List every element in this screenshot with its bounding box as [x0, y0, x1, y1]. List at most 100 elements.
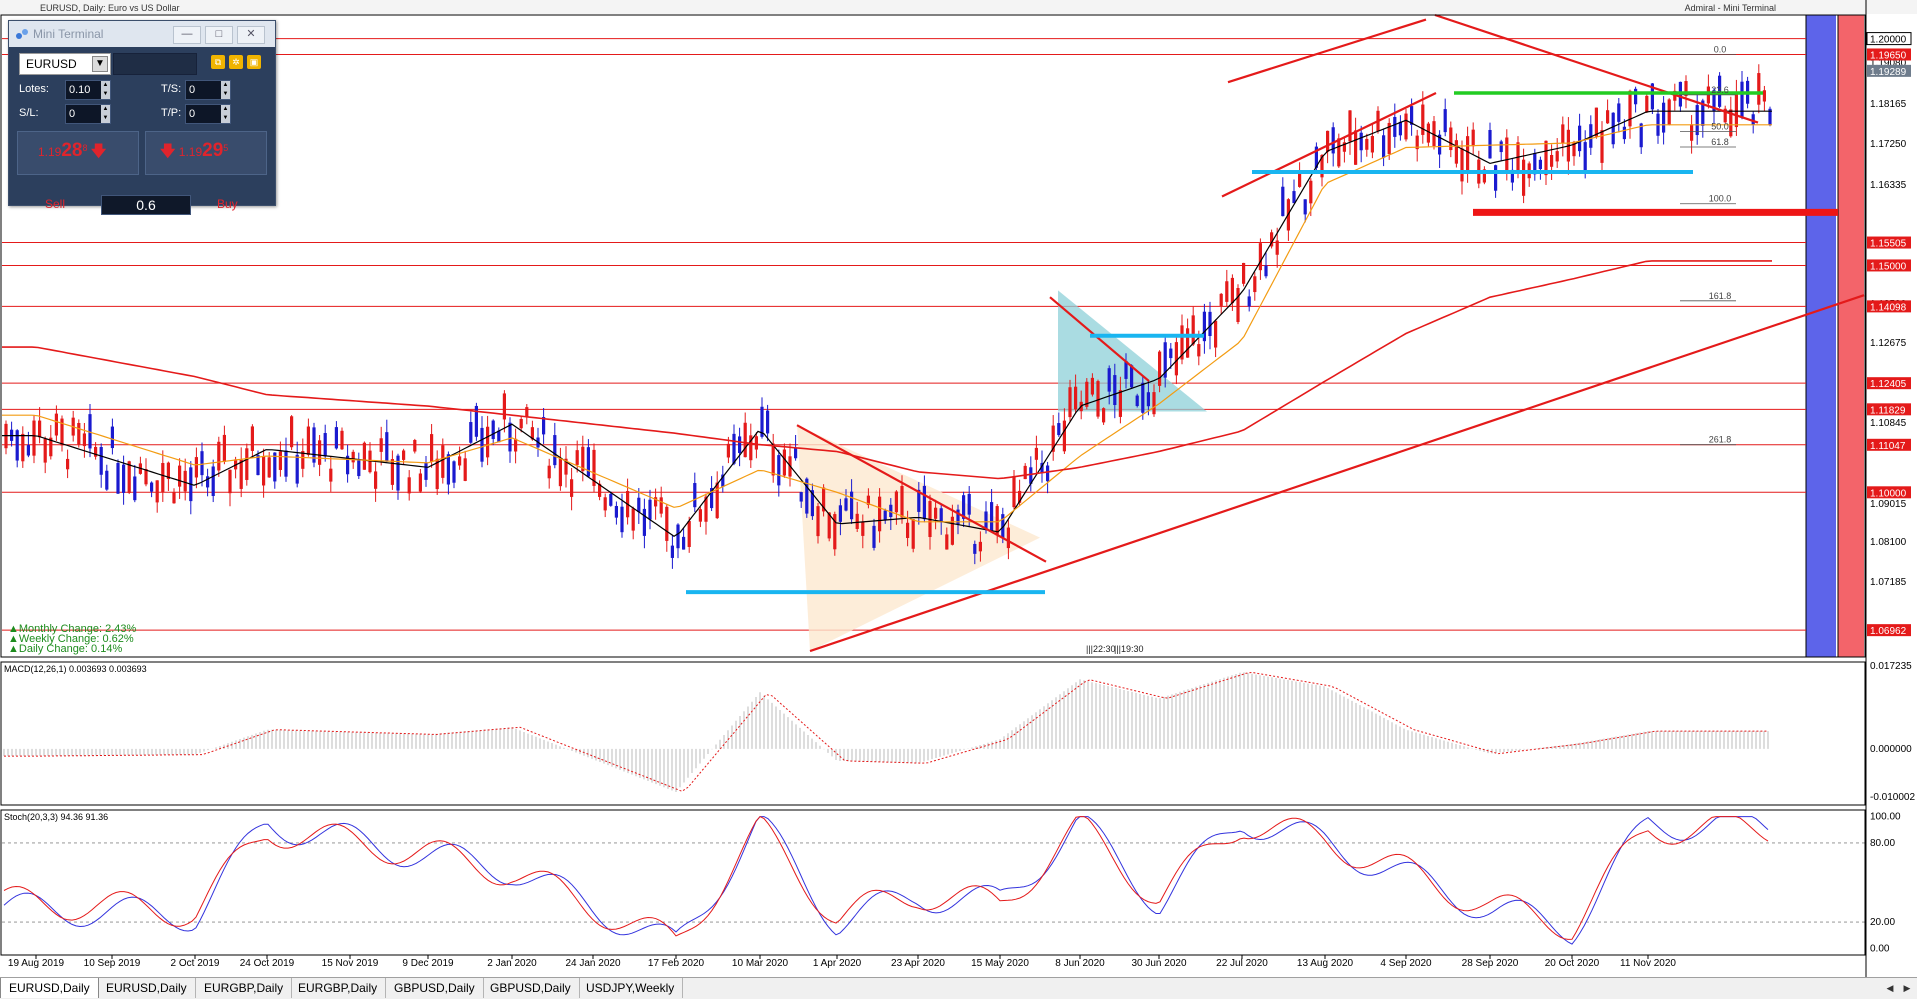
tp-input[interactable]: 0 ▲ ▼: [185, 104, 231, 124]
ema-line-3: [2, 260, 1772, 480]
candle-body: [418, 473, 422, 492]
price-tick-label: 1.08100: [1870, 537, 1907, 548]
scroll-right-icon[interactable]: ▶: [1899, 978, 1915, 998]
date-tick-label: 1 Apr 2020: [813, 958, 862, 969]
tab-usdjpy-weekly[interactable]: USDJPY,Weekly: [578, 978, 684, 998]
mini-terminal-titlebar[interactable]: Mini Terminal — □ ✕: [9, 21, 275, 47]
candle-body: [150, 482, 154, 492]
maximize-button[interactable]: □: [205, 26, 233, 44]
candle-body: [1197, 344, 1201, 357]
candle-body: [295, 454, 299, 484]
candle-body: [586, 447, 590, 477]
stoch-label: Stoch(20,3,3) 94.36 91.36: [4, 812, 108, 822]
candle-body: [290, 416, 294, 448]
price-tick-label: 1.18165: [1870, 99, 1907, 110]
lots-spinner[interactable]: ▲ ▼: [101, 81, 110, 99]
candle-body: [939, 508, 943, 523]
volume-input[interactable]: 0.6: [101, 195, 191, 215]
candle-body: [1544, 140, 1548, 176]
candle-body: [1158, 351, 1162, 386]
date-tick-label: 24 Oct 2019: [240, 958, 295, 969]
tab-eurusd-daily-2[interactable]: EURUSD,Daily: [98, 978, 196, 998]
candle-body: [318, 440, 322, 465]
candle-body: [278, 451, 282, 470]
candle-body: [82, 433, 86, 447]
candle-body: [693, 483, 697, 508]
gear-icon[interactable]: ✲: [229, 55, 243, 69]
candle-body: [1622, 126, 1626, 140]
candle-body: [211, 466, 215, 497]
candle-body: [256, 455, 260, 476]
tab-eurgbp-daily-2[interactable]: EURGBP,Daily: [290, 978, 387, 998]
chevron-down-icon[interactable]: ▼: [92, 56, 108, 72]
expand-icon[interactable]: ▣: [247, 55, 261, 69]
candle-body: [1393, 116, 1397, 137]
trading-chart[interactable]: 0.0 23.6 50.0 61.8 100.0 161.8 261.8 |||22:30||…: [0, 0, 1917, 998]
symbol-info-box: [113, 53, 197, 75]
minimize-button[interactable]: —: [173, 26, 201, 44]
candle-body: [1757, 73, 1761, 105]
candle-body: [1135, 395, 1139, 407]
candle-body: [1611, 112, 1615, 145]
candle-body: [228, 469, 232, 494]
candle-body: [463, 458, 467, 481]
tp-spinner[interactable]: ▲ ▼: [221, 105, 230, 123]
fib-label: 0.0: [1714, 44, 1727, 54]
admiral-logo-icon: [16, 29, 28, 39]
buy-label[interactable]: Buy: [217, 197, 238, 211]
mini-terminal-title: Mini Terminal: [33, 27, 104, 41]
sl-spinner[interactable]: ▲ ▼: [101, 105, 110, 123]
mini-terminal-panel[interactable]: Mini Terminal — □ ✕ EURUSD ▼ ⧉ ✲ ▣ Lotes…: [8, 20, 276, 215]
candle-body: [1174, 342, 1178, 376]
tp-label: T/P:: [161, 107, 182, 119]
ts-spinner[interactable]: ▲ ▼: [221, 81, 230, 99]
tab-eurgbp-daily-1[interactable]: EURGBP,Daily: [196, 978, 293, 998]
ts-input[interactable]: 0 ▲ ▼: [185, 80, 231, 100]
date-tick-label: 8 Jun 2020: [1055, 958, 1105, 969]
candle-body: [1146, 392, 1150, 407]
candle-body: [570, 479, 574, 497]
candle-body: [1090, 377, 1094, 395]
candle-body: [519, 418, 523, 429]
candle-body: [379, 438, 383, 452]
candle-body: [1253, 276, 1257, 293]
sell-button[interactable]: 1.19288 🡇: [17, 131, 139, 175]
candle-body: [262, 456, 266, 486]
sl-input[interactable]: 0 ▲ ▼: [65, 104, 111, 124]
candle-body: [1398, 121, 1402, 136]
scroll-left-icon[interactable]: ◀: [1882, 978, 1898, 998]
macd-tick-label: -0.010002: [1870, 792, 1915, 803]
candle-body: [1247, 296, 1251, 307]
close-button[interactable]: ✕: [237, 26, 265, 44]
candle-body: [222, 434, 226, 462]
candle-body: [603, 497, 607, 511]
candle-body: [21, 433, 25, 462]
copy-icon[interactable]: ⧉: [211, 55, 225, 69]
candle-body: [1370, 136, 1374, 153]
candle-body: [766, 410, 770, 434]
pane-frame: [0, 809, 1866, 956]
symbol-select[interactable]: EURUSD ▼: [19, 53, 111, 75]
candle-body: [1275, 240, 1279, 255]
date-tick-label: 23 Apr 2020: [891, 958, 945, 969]
stoch-main-line: [3, 816, 1769, 945]
candle-body: [1074, 386, 1078, 410]
stoch-tick-label: 100.00: [1870, 812, 1901, 823]
lots-input[interactable]: 0.10 ▲ ▼: [65, 80, 111, 100]
candle-body: [682, 536, 686, 550]
tab-eurusd-daily-1[interactable]: EURUSD,Daily: [0, 978, 99, 998]
buy-button[interactable]: 🡇 1.19295: [145, 131, 267, 175]
price-tick-label: 1.10845: [1870, 418, 1907, 429]
pane-frame: [0, 661, 1866, 806]
tab-gbpusd-daily-2[interactable]: GBPUSD,Daily: [482, 978, 580, 998]
tab-gbpusd-daily-1[interactable]: GBPUSD,Daily: [386, 978, 484, 998]
candle-body: [1236, 288, 1240, 323]
sell-label[interactable]: Sell: [45, 197, 65, 211]
candle-body: [850, 491, 854, 520]
candle-body: [374, 471, 378, 489]
candle-body: [861, 521, 865, 536]
stoch-tick-label: 80.00: [1870, 838, 1895, 849]
date-tick-label: 24 Jan 2020: [565, 958, 620, 969]
candle-body: [183, 470, 187, 492]
stoch-tick-label: 0.00: [1870, 943, 1890, 954]
